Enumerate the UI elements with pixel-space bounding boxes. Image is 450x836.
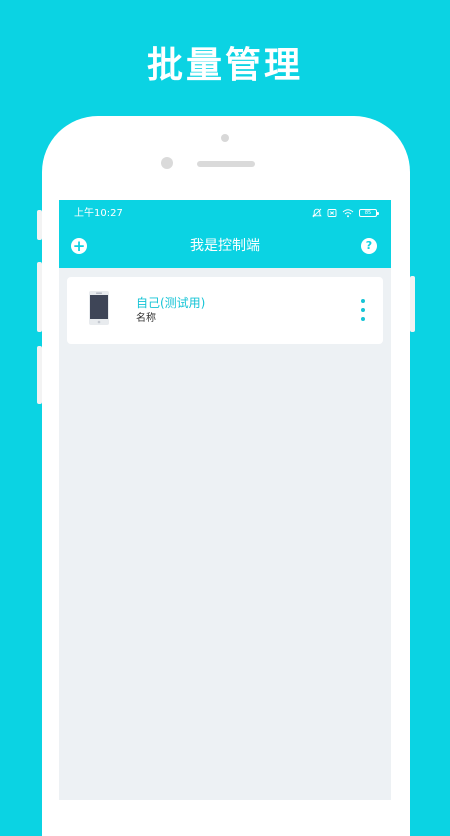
- device-list-item[interactable]: 自己(测试用) 名称: [67, 277, 383, 344]
- app-header: 上午10:27 85 + 我是控制端 ?: [59, 200, 391, 268]
- battery-icon: 85: [359, 209, 379, 217]
- phone-icon: [89, 291, 109, 325]
- phone-power-button: [410, 276, 415, 332]
- sim-icon: [327, 209, 337, 217]
- app-screen: 上午10:27 85 + 我是控制端 ? 自己(测试用) 名称: [59, 200, 391, 800]
- status-time: 上午10:27: [74, 208, 123, 219]
- phone-speaker: [197, 161, 255, 167]
- promo-title: 批量管理: [146, 45, 303, 86]
- phone-camera: [221, 134, 229, 142]
- device-subtitle: 名称: [136, 313, 156, 324]
- phone-sensor: [161, 157, 173, 169]
- alarm-off-icon: [312, 208, 322, 218]
- device-name: 自己(测试用): [136, 296, 206, 310]
- help-button[interactable]: ?: [361, 238, 377, 254]
- more-vertical-icon[interactable]: [359, 299, 367, 321]
- page-title: 我是控制端: [190, 238, 260, 254]
- status-icons: 85: [312, 206, 379, 220]
- wifi-icon: [342, 209, 354, 218]
